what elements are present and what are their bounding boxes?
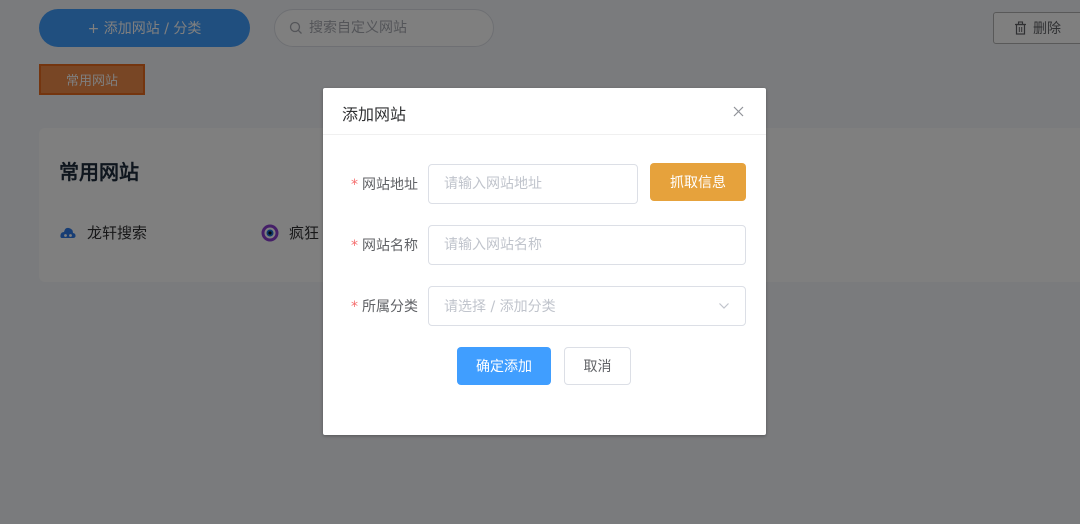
- dialog-header: 添加网站: [323, 88, 766, 135]
- dialog-title: 添加网站: [342, 105, 407, 124]
- required-mark: *: [351, 177, 358, 193]
- url-row: *网站地址 抓取信息: [323, 163, 766, 204]
- name-input[interactable]: [428, 225, 746, 265]
- category-label: * 所属分类: [323, 296, 418, 316]
- name-label: * 网站名称: [323, 235, 418, 255]
- category-select[interactable]: 请选择 / 添加分类: [428, 286, 746, 326]
- url-label-text: 网站地址: [362, 177, 418, 193]
- url-input[interactable]: [428, 164, 638, 204]
- required-mark: *: [351, 238, 358, 254]
- cancel-button[interactable]: 取消: [564, 347, 631, 385]
- add-site-dialog: 添加网站 *网站地址 抓取信息 *网站名称 *所属分类 请选择 / 添加分类: [323, 88, 766, 435]
- name-label-text: 网站名称: [362, 238, 418, 254]
- close-button[interactable]: [727, 102, 749, 124]
- confirm-add-button[interactable]: 确定添加: [457, 347, 551, 385]
- required-mark: *: [351, 299, 358, 315]
- chevron-down-icon: [718, 298, 730, 314]
- close-icon: [733, 105, 744, 121]
- category-placeholder: 请选择 / 添加分类: [444, 299, 556, 315]
- fetch-info-button[interactable]: 抓取信息: [650, 163, 746, 201]
- url-label: * 网站地址: [323, 174, 418, 194]
- category-label-text: 所属分类: [362, 299, 418, 315]
- name-row: * 网站名称: [323, 225, 766, 265]
- category-row: * 所属分类 请选择 / 添加分类: [323, 286, 766, 326]
